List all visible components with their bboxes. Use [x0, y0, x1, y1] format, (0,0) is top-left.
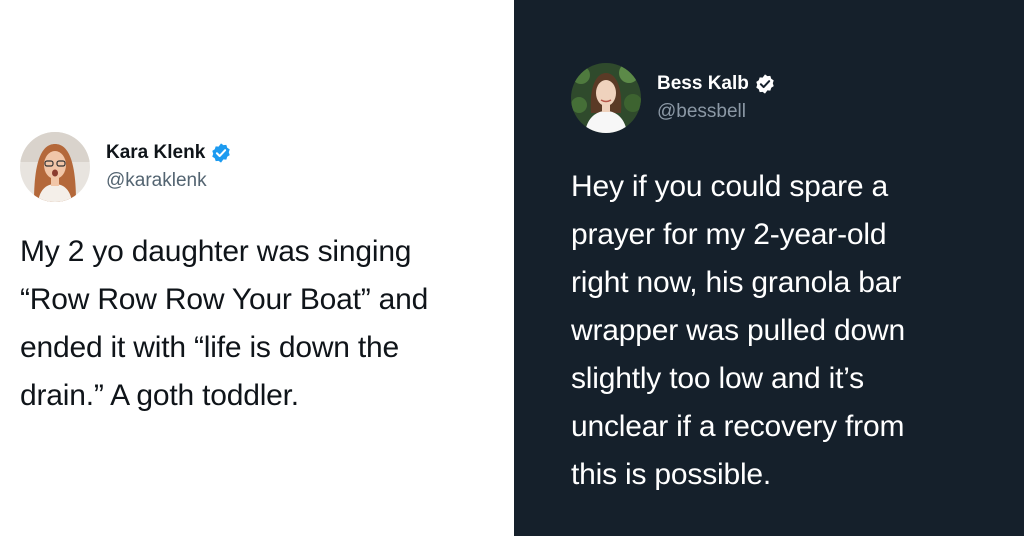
tweet-card-kara[interactable]: Kara Klenk @karaklenk My 2 yo daughter w…	[20, 132, 500, 420]
avatar[interactable]	[571, 63, 641, 133]
verified-badge-icon	[210, 142, 232, 164]
tweet-text: My 2 yo daughter was singing “Row Row Ro…	[20, 235, 429, 412]
left-panel: Kara Klenk @karaklenk My 2 yo daughter w…	[0, 0, 514, 536]
avatar-image	[571, 63, 641, 133]
name-row: Bess Kalb	[657, 72, 776, 96]
verified-badge-icon	[754, 73, 776, 95]
tweet-header: Bess Kalb @bessbell	[571, 63, 1001, 133]
tweet-text: Hey if you could spare a prayer for my 2…	[571, 170, 905, 491]
display-name[interactable]: Bess Kalb	[657, 72, 749, 96]
avatar-image	[20, 132, 90, 202]
tweet-card-bess[interactable]: Bess Kalb @bessbell Hey if you could spa…	[571, 63, 1001, 499]
name-row: Kara Klenk	[106, 141, 232, 165]
author-names: Bess Kalb @bessbell	[657, 72, 776, 124]
tweet-header: Kara Klenk @karaklenk	[20, 132, 500, 202]
author-names: Kara Klenk @karaklenk	[106, 141, 232, 193]
user-handle[interactable]: @bessbell	[657, 100, 776, 124]
avatar[interactable]	[20, 132, 90, 202]
display-name[interactable]: Kara Klenk	[106, 141, 205, 165]
user-handle[interactable]: @karaklenk	[106, 169, 232, 193]
right-panel: Bess Kalb @bessbell Hey if you could spa…	[514, 0, 1024, 536]
